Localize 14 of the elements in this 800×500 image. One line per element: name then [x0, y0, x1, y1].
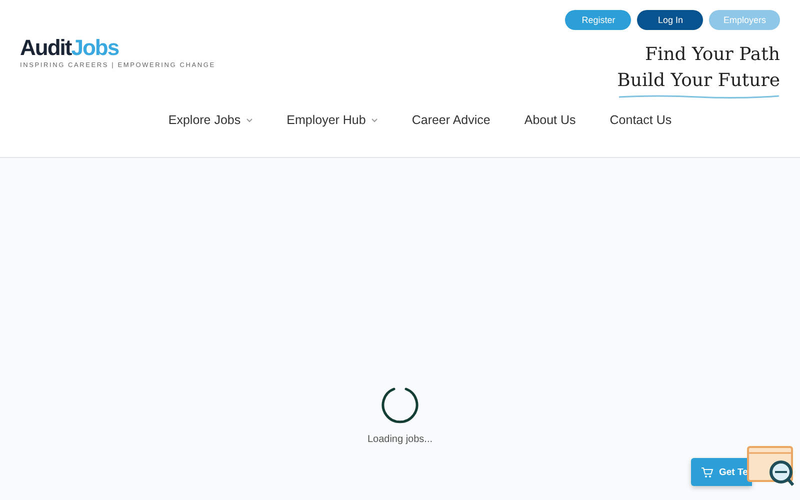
chevron-down-icon: [246, 118, 253, 122]
nav-link[interactable]: About Us: [524, 113, 576, 127]
nav-link[interactable]: Contact Us: [610, 113, 672, 127]
search-window-icon[interactable]: [746, 445, 796, 489]
chevron-down-icon: [370, 118, 378, 122]
nav-link[interactable]: Employer Hub: [286, 113, 378, 127]
slogan-line: Build Your Future: [617, 69, 780, 93]
loading-text: Loading jobs...: [367, 434, 433, 445]
logo[interactable]: AuditJobs: [20, 36, 216, 60]
nav-link[interactable]: Explore Jobs: [168, 113, 253, 127]
slogan-line: Find Your Path: [644, 43, 780, 67]
header-button[interactable]: Log In: [637, 10, 704, 30]
cart-icon: [701, 466, 713, 478]
nav-link[interactable]: Career Advice: [412, 113, 490, 127]
